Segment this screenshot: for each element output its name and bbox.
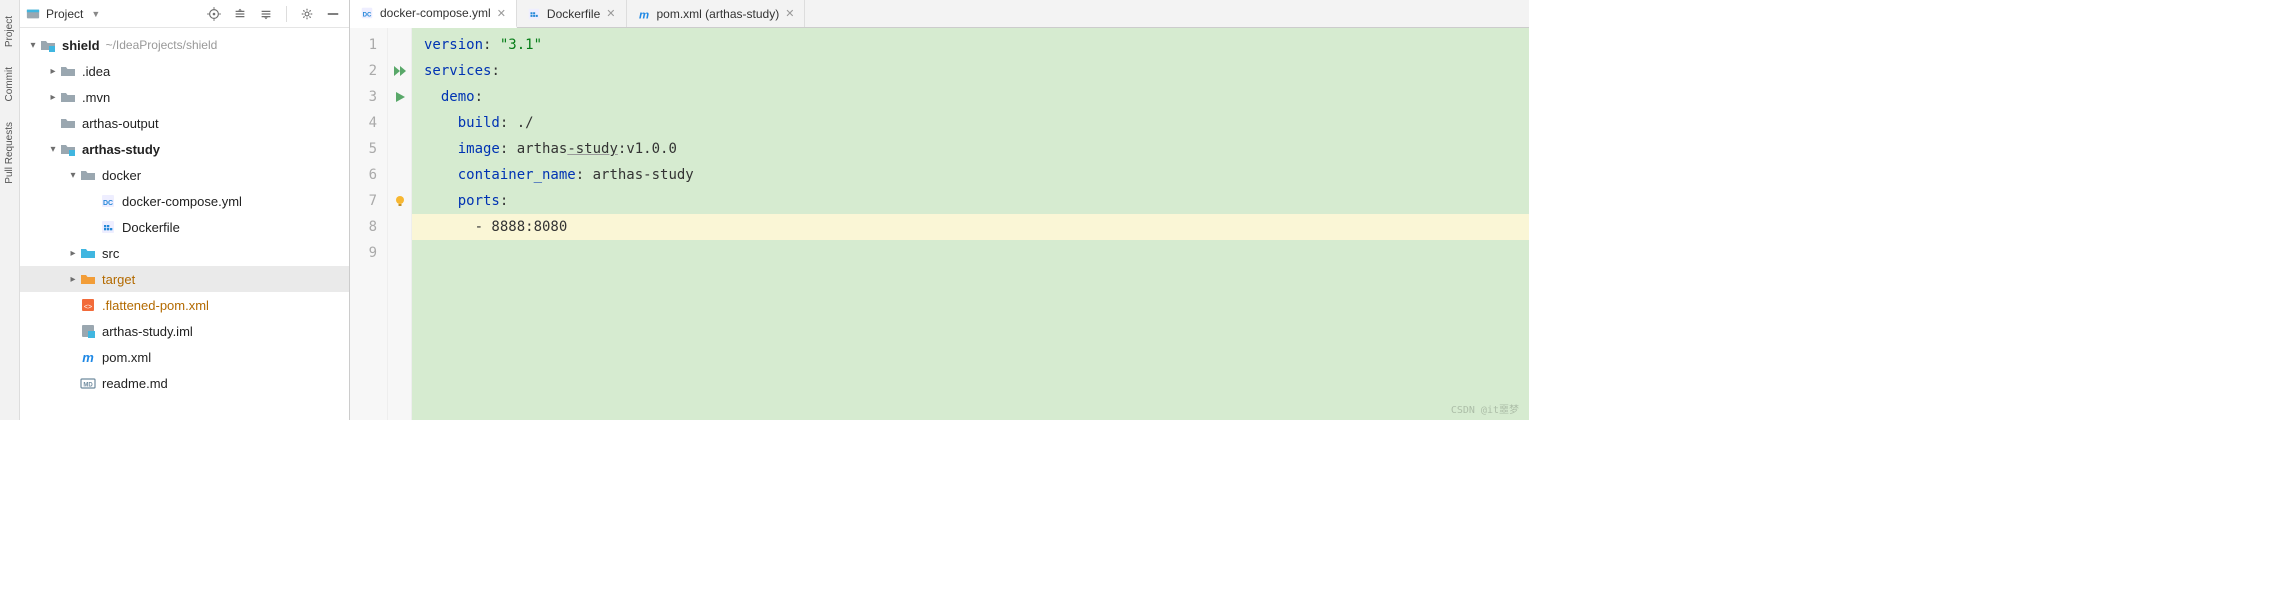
code-line[interactable]: container_name: arthas-study — [412, 162, 1529, 188]
line-number: 4 — [350, 110, 387, 136]
project-tree[interactable]: ▾shield~/IdeaProjects/shield▸.idea▸.mvna… — [20, 28, 349, 420]
tree-item[interactable]: ▾docker — [20, 162, 349, 188]
rail-commit[interactable]: Commit — [4, 67, 15, 101]
svg-text:<>: <> — [84, 304, 92, 311]
project-icon — [26, 7, 40, 21]
project-sidebar: Project ▼ ▾shield~/IdeaProjects/shield▸.… — [20, 0, 350, 420]
tree-item[interactable]: ▾arthas-study — [20, 136, 349, 162]
svg-text:MD: MD — [83, 383, 93, 389]
editor-tab[interactable]: Dockerfile ✕ — [517, 0, 627, 27]
gutter-marker — [388, 214, 411, 240]
tab-label: docker-compose.yml — [380, 6, 491, 20]
tree-item[interactable]: ▸target — [20, 266, 349, 292]
line-number: 7 — [350, 188, 387, 214]
collapse-all-button[interactable] — [256, 4, 276, 24]
svg-text:m: m — [82, 350, 94, 365]
tab-icon: m — [637, 7, 651, 21]
locate-button[interactable] — [204, 4, 224, 24]
tree-item[interactable]: ▸src — [20, 240, 349, 266]
code-line[interactable] — [412, 240, 1529, 266]
tree-item[interactable]: Dockerfile — [20, 214, 349, 240]
editor-tab[interactable]: DC docker-compose.yml ✕ — [350, 0, 517, 28]
hide-button[interactable] — [323, 4, 343, 24]
line-number: 8 — [350, 214, 387, 240]
tree-item[interactable]: <>.flattened-pom.xml — [20, 292, 349, 318]
code-line[interactable]: - 8888:8080 — [412, 214, 1529, 240]
tab-label: pom.xml (arthas-study) — [657, 7, 780, 21]
tab-icon: DC — [360, 6, 374, 20]
svg-text:m: m — [638, 9, 648, 21]
gutter-marker — [388, 136, 411, 162]
tree-item[interactable]: mpom.xml — [20, 344, 349, 370]
rail-project[interactable]: Project — [4, 16, 15, 47]
code-line[interactable]: version: "3.1" — [412, 32, 1529, 58]
close-icon[interactable]: ✕ — [785, 7, 794, 20]
settings-button[interactable] — [297, 4, 317, 24]
expand-all-button[interactable] — [230, 4, 250, 24]
gutter-marker — [388, 162, 411, 188]
tree-item[interactable]: DCdocker-compose.yml — [20, 188, 349, 214]
line-number: 1 — [350, 32, 387, 58]
gutter-marker — [388, 110, 411, 136]
line-number: 5 — [350, 136, 387, 162]
gutter-marker[interactable] — [388, 84, 411, 110]
tool-rail: Project Commit Pull Requests — [0, 0, 20, 420]
gutter-marker — [388, 240, 411, 266]
line-number: 2 — [350, 58, 387, 84]
chevron-down-icon[interactable]: ▼ — [91, 9, 100, 19]
tree-item[interactable]: ▸.mvn — [20, 84, 349, 110]
line-number: 9 — [350, 240, 387, 266]
close-icon[interactable]: ✕ — [606, 7, 615, 20]
gutter-marker[interactable] — [388, 188, 411, 214]
code-line[interactable]: build: ./ — [412, 110, 1529, 136]
code-line[interactable]: services: — [412, 58, 1529, 84]
tab-label: Dockerfile — [547, 7, 600, 21]
tree-root[interactable]: ▾shield~/IdeaProjects/shield — [20, 32, 349, 58]
editor-tabs: DC docker-compose.yml ✕ Dockerfile ✕ m pom.xml… — [350, 0, 1529, 28]
svg-text:DC: DC — [103, 200, 113, 207]
marker-gutter[interactable] — [388, 28, 412, 420]
code-line[interactable]: image: arthas-study:v1.0.0 — [412, 136, 1529, 162]
editor-tab[interactable]: m pom.xml (arthas-study) ✕ — [627, 0, 806, 27]
sidebar-header: Project ▼ — [20, 0, 349, 28]
line-number: 6 — [350, 162, 387, 188]
code-line[interactable]: ports: — [412, 188, 1529, 214]
line-number: 3 — [350, 84, 387, 110]
code-area[interactable]: 123456789 version: "3.1"services: demo: … — [350, 28, 1529, 420]
tab-icon — [527, 7, 541, 21]
code-text[interactable]: version: "3.1"services: demo: build: ./ … — [412, 28, 1529, 420]
code-line[interactable]: demo: — [412, 84, 1529, 110]
line-gutter: 123456789 — [350, 28, 388, 420]
watermark: CSDN @it噩梦 — [1451, 401, 1519, 416]
tree-item[interactable]: arthas-study.iml — [20, 318, 349, 344]
tree-item[interactable]: arthas-output — [20, 110, 349, 136]
project-dropdown[interactable]: Project — [46, 7, 83, 21]
gear-icon — [300, 7, 314, 21]
rail-pr[interactable]: Pull Requests — [4, 122, 15, 184]
tree-item[interactable]: MDreadme.md — [20, 370, 349, 396]
tree-item[interactable]: ▸.idea — [20, 58, 349, 84]
gutter-marker — [388, 32, 411, 58]
svg-text:DC: DC — [363, 12, 372, 19]
gutter-marker[interactable] — [388, 58, 411, 84]
close-icon[interactable]: ✕ — [497, 7, 506, 20]
editor-panel: DC docker-compose.yml ✕ Dockerfile ✕ m pom.xml… — [350, 0, 1529, 420]
